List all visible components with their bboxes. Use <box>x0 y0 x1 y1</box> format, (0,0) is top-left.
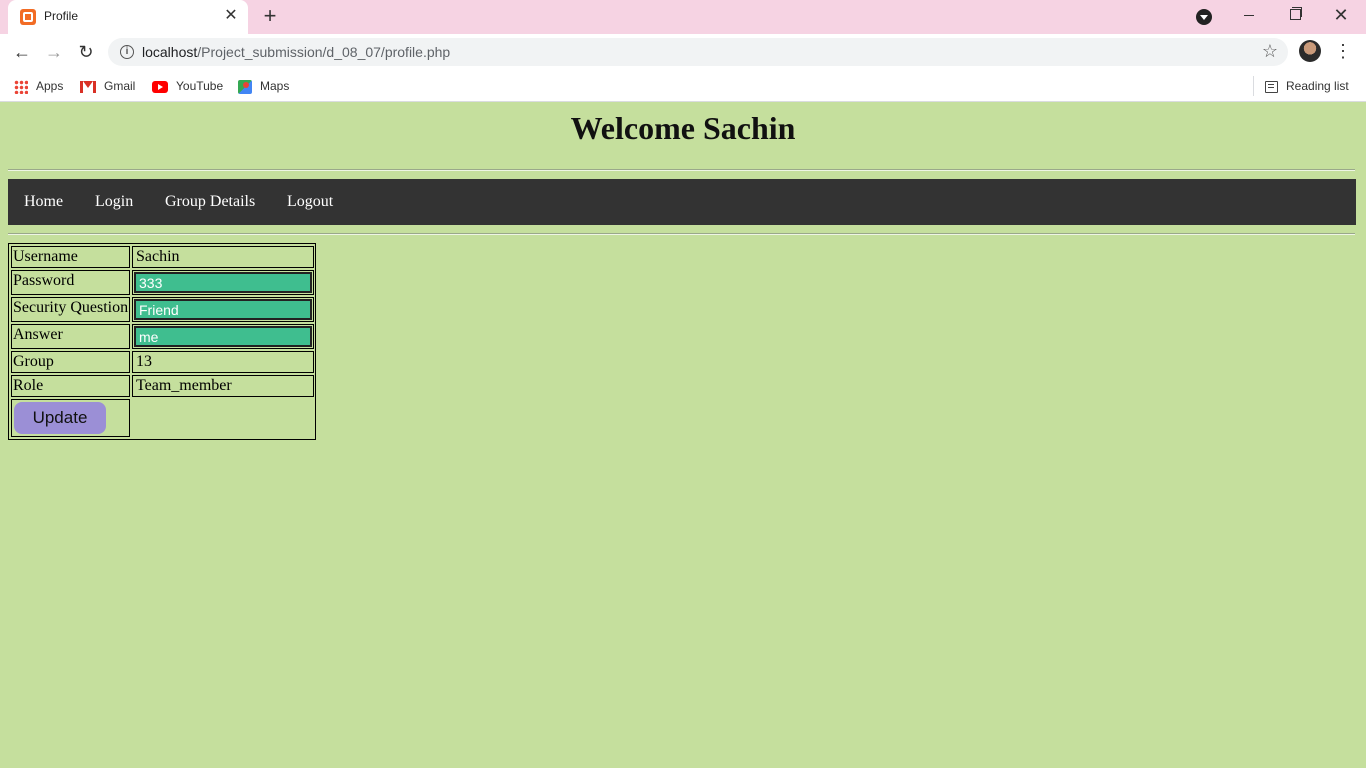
bookmark-label: Maps <box>260 79 290 93</box>
security-question-label: Security Question <box>11 297 130 322</box>
divider <box>8 169 1355 171</box>
address-bar[interactable]: i localhost/Project_submission/d_08_07/p… <box>108 38 1288 66</box>
new-tab-button[interactable]: + <box>258 5 282 29</box>
nav-group-details-link[interactable]: Group Details <box>165 193 255 211</box>
url-text[interactable]: localhost/Project_submission/d_08_07/pro… <box>142 44 450 60</box>
answer-label: Answer <box>11 324 130 349</box>
username-value: Sachin <box>132 246 314 268</box>
group-value: 13 <box>132 351 314 373</box>
password-input[interactable] <box>134 272 312 293</box>
minimize-button[interactable] <box>1226 0 1272 32</box>
answer-cell <box>132 324 314 349</box>
update-cell: Update <box>11 399 130 437</box>
password-cell <box>132 270 314 295</box>
youtube-icon <box>152 80 168 93</box>
bookmark-label: Apps <box>36 79 64 93</box>
bookmark-youtube[interactable]: YouTube <box>152 77 223 95</box>
bookmark-label: Gmail <box>104 79 136 93</box>
divider <box>8 233 1355 235</box>
reload-icon[interactable]: ↻ <box>74 40 98 64</box>
page-title: Welcome Sachin <box>570 110 796 146</box>
url-path: /Project_submission/d_08_07/profile.php <box>197 44 451 60</box>
username-label: Username <box>11 246 130 268</box>
security-question-cell <box>132 297 314 322</box>
more-menu-icon[interactable]: ⋮ <box>1334 40 1352 64</box>
password-label: Password <box>11 270 130 295</box>
back-arrow-icon[interactable]: ← <box>10 40 34 64</box>
reading-list-label: Reading list <box>1286 79 1349 93</box>
nav-login-link[interactable]: Login <box>95 193 133 211</box>
tab-close-icon[interactable]: ✕ <box>222 7 240 25</box>
bookmarks-bar: Apps Gmail YouTube Maps Reading list <box>0 70 1366 102</box>
browser-toolbar: ← → ↻ i localhost/Project_submission/d_0… <box>0 34 1366 70</box>
page-content: Welcome Sachin Home Login Group Details … <box>0 103 1366 768</box>
bookmark-maps[interactable]: Maps <box>238 77 289 95</box>
role-label: Role <box>11 375 130 397</box>
profile-table: Username Sachin Password Security Questi… <box>8 243 316 440</box>
reading-list-button[interactable]: Reading list <box>1265 77 1349 95</box>
forward-arrow-icon[interactable]: → <box>42 40 66 64</box>
tab-strip: Profile ✕ + ✕ <box>0 0 1366 34</box>
bookmark-label: YouTube <box>176 79 224 93</box>
nav-logout-link[interactable]: Logout <box>287 193 333 211</box>
tab-search-icon[interactable] <box>1196 9 1212 25</box>
window-close-button[interactable]: ✕ <box>1318 0 1364 32</box>
maps-icon <box>238 79 252 94</box>
url-host: localhost <box>142 44 198 60</box>
tab-title: Profile <box>44 9 79 23</box>
group-label: Group <box>11 351 130 373</box>
bookmark-apps[interactable]: Apps <box>14 77 63 95</box>
reading-list-icon <box>1265 80 1278 93</box>
update-button[interactable]: Update <box>14 402 106 434</box>
gmail-icon <box>80 80 96 93</box>
security-question-input[interactable] <box>134 299 312 320</box>
xampp-favicon-icon <box>20 9 36 25</box>
answer-input[interactable] <box>134 326 312 347</box>
bookmark-gmail[interactable]: Gmail <box>80 77 135 95</box>
site-navbar: Home Login Group Details Logout <box>8 179 1356 225</box>
browser-tab[interactable]: Profile ✕ <box>8 0 248 34</box>
role-value: Team_member <box>132 375 314 397</box>
nav-home-link[interactable]: Home <box>24 193 63 211</box>
profile-avatar[interactable] <box>1299 40 1321 62</box>
bookmark-star-icon[interactable]: ☆ <box>1262 41 1278 62</box>
bookmarks-divider <box>1253 76 1254 96</box>
apps-icon <box>14 79 28 94</box>
restore-button[interactable] <box>1272 0 1318 32</box>
site-info-icon[interactable]: i <box>120 45 134 59</box>
